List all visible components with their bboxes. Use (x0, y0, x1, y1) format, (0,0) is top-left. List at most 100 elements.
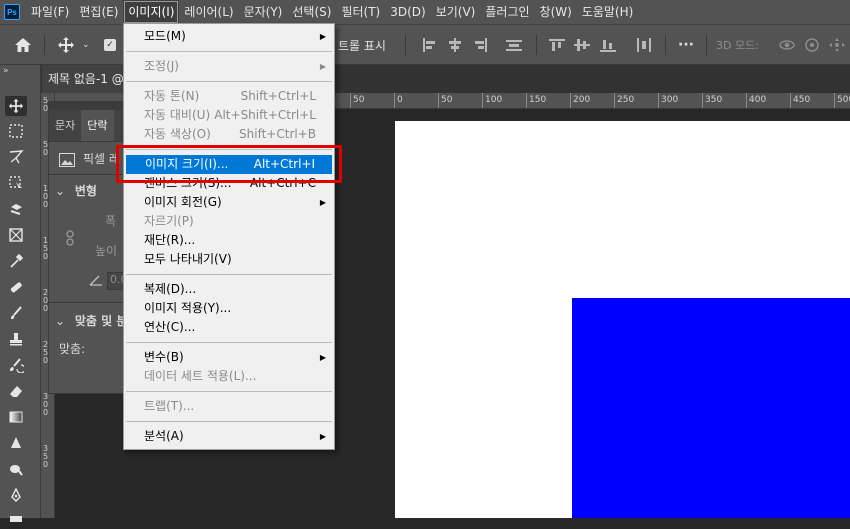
annotation-highlight-box (116, 145, 342, 183)
history-brush-tool-icon[interactable] (5, 355, 27, 375)
document-tab[interactable]: 제목 없음-1 @ (42, 65, 132, 93)
align-left-icon[interactable] (422, 25, 438, 65)
menu-help[interactable]: 도움말(H) (577, 0, 639, 24)
brush-tool-icon[interactable] (5, 303, 27, 323)
submenu-arrow-icon: ▶ (319, 62, 326, 71)
image-menu-item: 자동 톤(N) Shift+Ctrl+L (125, 87, 333, 106)
image-menu-item[interactable]: 모드(M) ▶ (125, 27, 333, 46)
submenu-arrow-icon: ▶ (319, 198, 326, 207)
image-menu-item[interactable]: 복제(D)... (125, 280, 333, 299)
menu-image[interactable]: 이미지(I) (123, 0, 180, 24)
menu-view[interactable]: 보기(V) (431, 0, 481, 24)
transform-section-header[interactable]: ⌄ 변형 (55, 182, 133, 199)
menu-plugins[interactable]: 플러그인 (480, 0, 534, 24)
submenu-arrow-icon: ▶ (319, 353, 326, 362)
submenu-arrow-icon: ▶ (319, 432, 326, 441)
type-tool-icon[interactable] (5, 509, 27, 529)
tab-character[interactable]: 문자 (49, 110, 81, 141)
image-menu-item[interactable]: 분석(A) ▶ (125, 427, 333, 446)
align-top-icon[interactable] (549, 25, 565, 65)
menu-item-label: 복제(D)... (144, 282, 197, 296)
pen-tool-icon[interactable] (5, 485, 27, 505)
menu-separator (126, 342, 332, 343)
dodge-tool-icon[interactable] (5, 459, 27, 479)
image-menu-item[interactable]: 이미지 적용(Y)... (125, 299, 333, 318)
menu-filter[interactable]: 필터(T) (336, 0, 385, 24)
transform-label: 변형 (74, 184, 97, 198)
gradient-tool-icon[interactable] (5, 407, 27, 427)
menu-separator (126, 391, 332, 392)
pan-3d-icon[interactable] (828, 25, 846, 65)
menu-item-label: 이미지 적용(Y)... (144, 301, 232, 315)
menu-edit[interactable]: 편집(E) (74, 0, 123, 24)
more-options-icon[interactable]: ··· (678, 25, 694, 65)
image-menu-item: 데이터 세트 적용(L)... (125, 367, 333, 386)
image-menu-item[interactable]: 이미지 회전(G) ▶ (125, 193, 333, 212)
menu-select[interactable]: 선택(S) (287, 0, 336, 24)
menu-item-label: 자동 대비(U) (144, 108, 211, 122)
collapse-arrows-icon[interactable]: » (3, 66, 8, 76)
image-menu-item[interactable]: 연산(C)... (125, 318, 333, 337)
distribute-v-icon[interactable] (636, 25, 652, 65)
blue-rectangle-layer[interactable] (572, 298, 850, 518)
frame-tool-icon[interactable] (5, 225, 27, 245)
toolbar: » (0, 65, 41, 522)
home-icon[interactable] (14, 25, 32, 65)
align-section-label: 맞춤 및 분 (74, 314, 128, 328)
menu-layer[interactable]: 레이어(L) (179, 0, 238, 24)
chevron-down-icon[interactable]: ⌄ (82, 25, 90, 65)
chevron-down-icon: ⌄ (55, 314, 66, 328)
align-center-h-icon[interactable] (447, 25, 463, 65)
menu-item-shortcut: Shift+Ctrl+B (239, 127, 316, 141)
object-select-tool-icon[interactable] (5, 173, 27, 193)
chevron-down-icon: ⌄ (55, 184, 66, 198)
show-transform-label: 트롤 표시 (338, 38, 386, 53)
align-bottom-icon[interactable] (600, 25, 616, 65)
orbit-3d-icon[interactable] (778, 25, 796, 65)
roll-3d-icon[interactable] (803, 25, 821, 65)
menu-item-label: 재단(R)... (144, 233, 196, 247)
menu-3d[interactable]: 3D(D) (385, 0, 430, 24)
eyedropper-tool-icon[interactable] (5, 251, 27, 271)
menu-item-label: 변수(B) (144, 350, 184, 364)
align-right-icon[interactable] (472, 25, 488, 65)
image-menu-item: 조정(J) ▶ (125, 57, 333, 76)
marquee-tool-icon[interactable] (5, 121, 27, 141)
eraser-tool-icon[interactable] (5, 381, 27, 401)
lasso-tool-icon[interactable] (5, 147, 27, 167)
menu-item-shortcut: Alt+Shift+Ctrl+L (214, 108, 316, 122)
image-menu-item[interactable]: 재단(R)... (125, 231, 333, 250)
align-middle-v-icon[interactable] (574, 25, 590, 65)
menu-item-shortcut: Shift+Ctrl+L (240, 89, 316, 103)
image-menu-dropdown: 모드(M) ▶ 조정(J) ▶ 자동 톤(N) Shift+Ctrl+L 자동 대비(U) A… (123, 23, 335, 450)
clone-stamp-tool-icon[interactable] (5, 329, 27, 349)
menu-item-label: 모두 나타내기(V) (144, 252, 232, 266)
tab-paragraph[interactable]: 단락 (81, 110, 114, 141)
image-menu-item[interactable]: 모두 나타내기(V) (125, 250, 333, 269)
image-icon (59, 152, 75, 167)
menu-window[interactable]: 창(W) (535, 0, 577, 24)
crop-tool-icon[interactable] (5, 199, 27, 219)
menu-file[interactable]: 파일(F) (26, 0, 74, 24)
menu-bar: Ps 파일(F) 편집(E) 이미지(I) 레이어(L) 문자(Y) 선택(S)… (0, 0, 850, 24)
move-tool-icon[interactable] (5, 96, 27, 116)
align-section-header[interactable]: ⌄ 맞춤 및 분 (55, 312, 133, 329)
image-menu-item[interactable]: 변수(B) ▶ (125, 348, 333, 367)
distribute-icon[interactable] (506, 25, 522, 65)
image-menu-item: 자동 대비(U) Alt+Shift+Ctrl+L (125, 106, 333, 125)
menu-item-label: 트랩(T)... (144, 399, 195, 413)
image-menu-item: 자르기(P) (125, 212, 333, 231)
blur-tool-icon[interactable] (5, 433, 27, 453)
pixel-layer-label: 픽셀 레 (83, 152, 120, 166)
menu-separator (126, 421, 332, 422)
menu-separator (126, 274, 332, 275)
healing-brush-tool-icon[interactable] (5, 277, 27, 297)
move-tool-icon[interactable] (57, 25, 75, 65)
menu-item-label: 자르기(P) (144, 214, 194, 228)
menu-item-label: 연산(C)... (144, 320, 196, 334)
auto-select-checkbox[interactable]: ✓ (104, 25, 116, 65)
menu-type[interactable]: 문자(Y) (239, 0, 288, 24)
menu-item-label: 모드(M) (144, 29, 186, 43)
menu-item-label: 조정(J) (144, 59, 179, 73)
photoshop-logo-icon: Ps (4, 4, 20, 20)
